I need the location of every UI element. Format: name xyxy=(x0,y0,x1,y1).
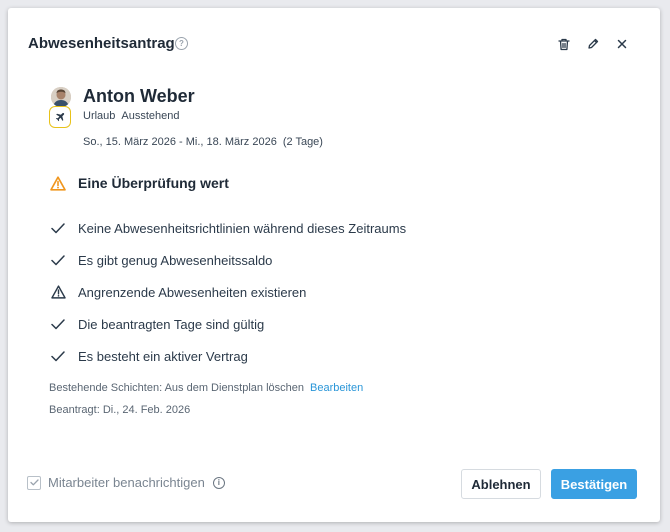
reject-button[interactable]: Ablehnen xyxy=(461,469,541,499)
notify-employee: Mitarbeiter benachrichtigen i xyxy=(27,475,225,490)
check-icon xyxy=(51,222,65,233)
list-item-text: Es besteht ein aktiver Vertrag xyxy=(78,348,248,364)
dialog-title: Abwesenheitsantrag xyxy=(28,35,175,52)
warning-icon xyxy=(50,175,66,191)
edit-button[interactable] xyxy=(582,33,604,55)
employee-name: Anton Weber xyxy=(83,86,195,106)
status-badge: Ausstehend xyxy=(121,110,180,122)
help-icon[interactable]: ? xyxy=(175,37,188,50)
review-list: Keine Abwesenheitsrichtlinien während di… xyxy=(50,212,406,372)
existing-shifts: Bestehende Schichten: Aus dem Dienstplan… xyxy=(49,382,363,394)
edit-shifts-link[interactable]: Bearbeiten xyxy=(310,382,363,394)
check-icon xyxy=(51,350,65,361)
date-range: So., 15. März 2026 - Mi., 18. März 2026 (… xyxy=(83,136,323,148)
list-item-text: Angrenzende Abwesenheiten existieren xyxy=(78,284,307,300)
close-icon xyxy=(617,39,627,49)
list-item-text: Keine Abwesenheitsrichtlinien während di… xyxy=(78,220,407,236)
close-button[interactable] xyxy=(611,33,633,55)
airplane-icon xyxy=(55,112,65,122)
list-item-text: Die beantragten Tage sind gültig xyxy=(78,316,265,332)
pencil-icon xyxy=(588,38,599,49)
existing-shifts-text: Bestehende Schichten: Aus dem Dienstplan… xyxy=(49,382,304,394)
info-icon[interactable]: i xyxy=(212,476,225,489)
review-header: Eine Überprüfung wert xyxy=(50,175,229,191)
delete-button[interactable] xyxy=(553,33,575,55)
check-icon xyxy=(51,254,65,265)
check-icon xyxy=(51,318,65,329)
list-item: Keine Abwesenheitsrichtlinien während di… xyxy=(50,212,406,244)
warning-icon xyxy=(50,285,66,299)
absence-type: Urlaub xyxy=(83,110,116,122)
list-item: Angrenzende Abwesenheiten existieren xyxy=(50,276,406,308)
list-item-text: Es gibt genug Abwesenheitssaldo xyxy=(78,252,273,268)
list-item: Es besteht ein aktiver Vertrag xyxy=(50,340,406,372)
absence-meta: Urlaub Ausstehend xyxy=(83,110,180,122)
duration-text: (2 Tage) xyxy=(282,136,323,148)
absence-type-badge xyxy=(49,106,71,128)
notify-checkbox[interactable] xyxy=(27,475,41,490)
notify-label[interactable]: Mitarbeiter benachrichtigen xyxy=(48,475,205,490)
absence-request-dialog: Abwesenheitsantrag ? Anton Weber Urlaub A… xyxy=(8,8,660,522)
requested-date: Beantragt: Di., 24. Feb. 2026 xyxy=(49,404,191,416)
confirm-button[interactable]: Bestätigen xyxy=(551,469,637,499)
trash-icon xyxy=(558,38,570,50)
review-title: Eine Überprüfung wert xyxy=(78,175,229,191)
list-item: Die beantragten Tage sind gültig xyxy=(50,308,406,340)
check-icon xyxy=(29,479,39,486)
date-range-text: So., 15. März 2026 - Mi., 18. März 2026 xyxy=(83,136,277,148)
avatar xyxy=(51,87,71,107)
list-item: Es gibt genug Abwesenheitssaldo xyxy=(50,244,406,276)
